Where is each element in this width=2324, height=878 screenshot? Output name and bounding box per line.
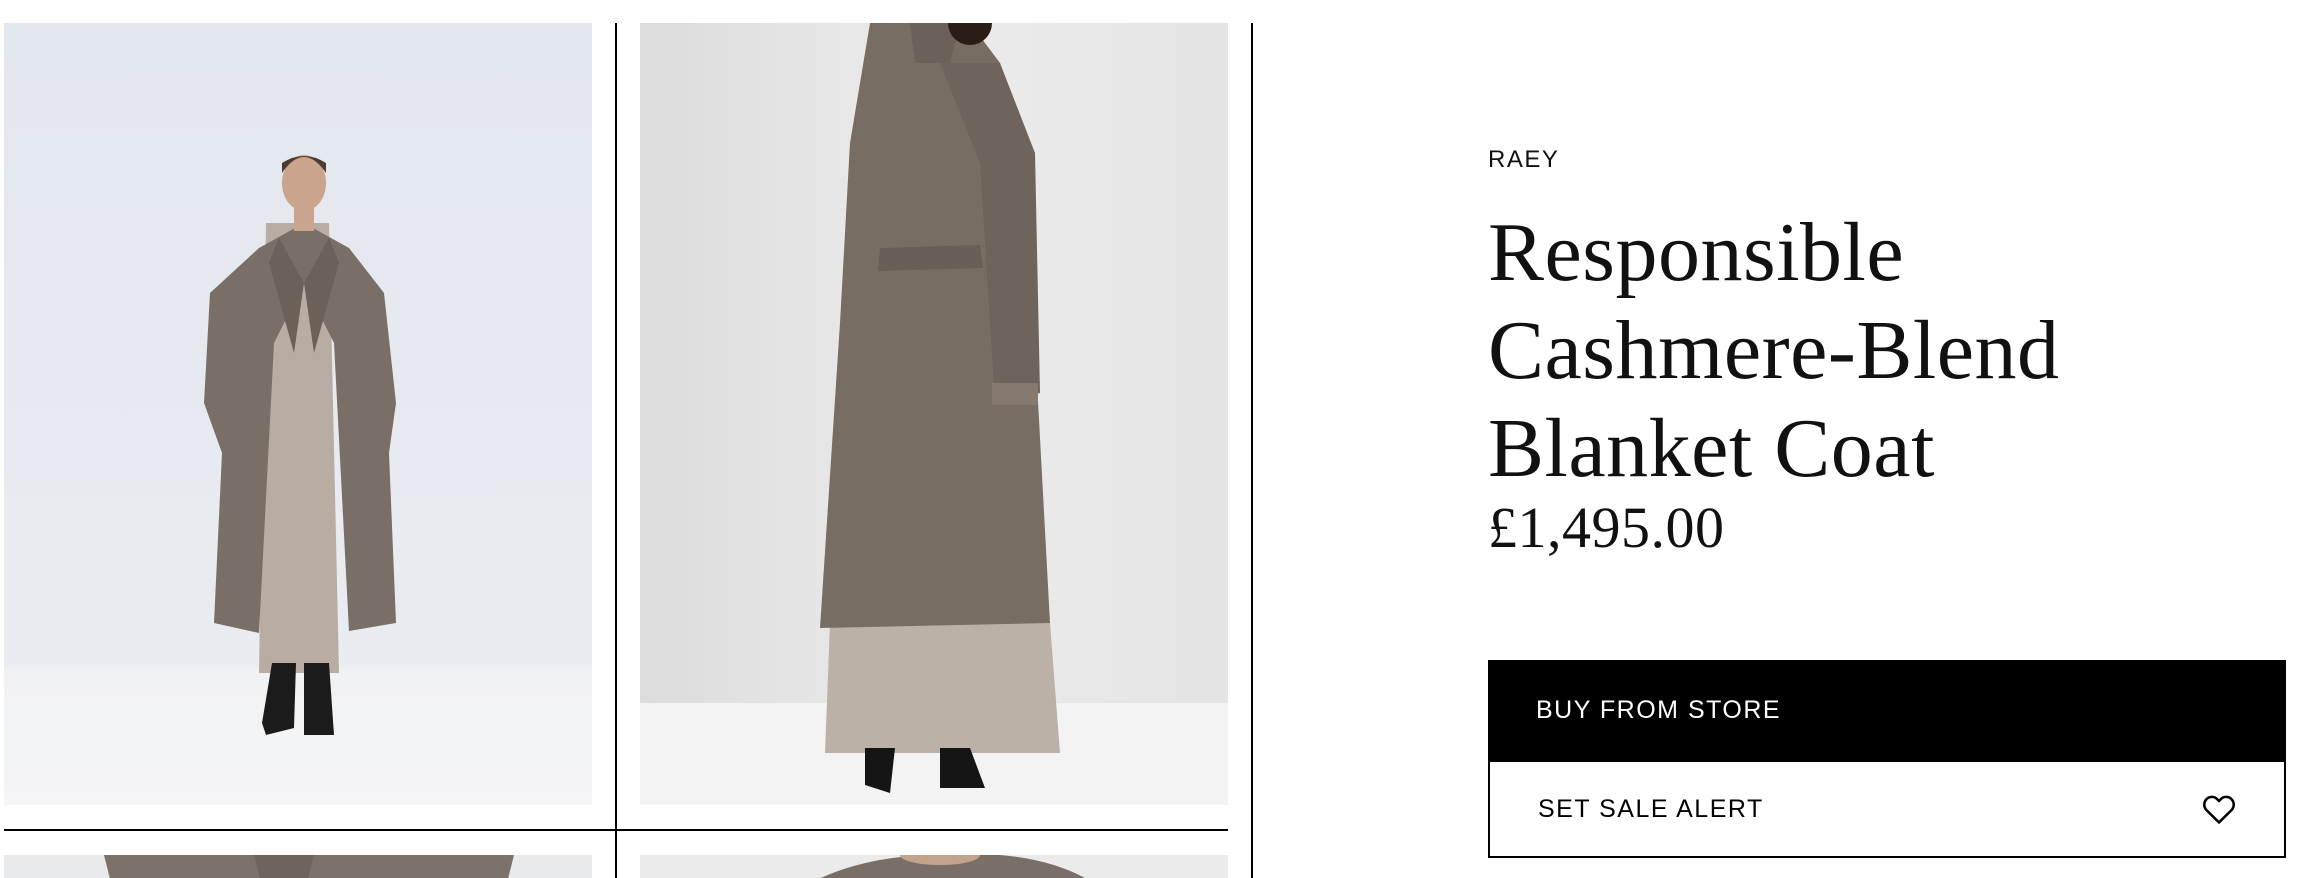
product-image-front[interactable] bbox=[4, 23, 592, 805]
heart-icon[interactable] bbox=[2200, 790, 2238, 828]
gallery-divider-vertical bbox=[615, 23, 617, 878]
product-image-detail-2[interactable] bbox=[640, 855, 1228, 878]
buy-from-store-label: BUY FROM STORE bbox=[1536, 695, 1782, 724]
brand-name[interactable]: RAEY bbox=[1488, 146, 1559, 174]
product-title: Responsible Cashmere-Blend Blanket Coat bbox=[1488, 206, 2060, 495]
gallery-divider-edge bbox=[1251, 23, 1253, 878]
product-page: RAEY Responsible Cashmere-Blend Blanket … bbox=[0, 0, 2324, 878]
coat-detail-illustration bbox=[4, 855, 592, 878]
buy-from-store-button[interactable]: BUY FROM STORE bbox=[1488, 660, 2286, 760]
set-sale-alert-button[interactable]: SET SALE ALERT bbox=[1488, 760, 2286, 858]
product-gallery bbox=[0, 0, 1260, 878]
product-image-detail-1[interactable] bbox=[4, 855, 592, 878]
gallery-divider-horizontal bbox=[4, 829, 1228, 831]
set-sale-alert-label: SET SALE ALERT bbox=[1538, 794, 1764, 823]
coat-back-illustration bbox=[640, 23, 1228, 805]
product-price: £1,495.00 bbox=[1488, 495, 1725, 560]
coat-front-illustration bbox=[4, 23, 592, 805]
coat-collar-illustration bbox=[640, 855, 1228, 878]
product-image-back[interactable] bbox=[640, 23, 1228, 805]
product-info: RAEY Responsible Cashmere-Blend Blanket … bbox=[1488, 0, 2288, 878]
